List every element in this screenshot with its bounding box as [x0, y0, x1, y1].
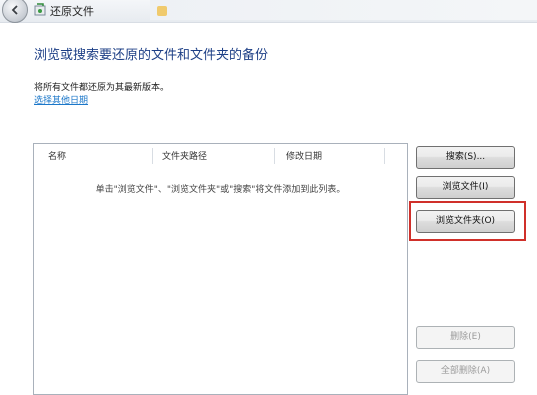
highlight-box [409, 201, 526, 241]
page-heading: 浏览或搜索要还原的文件和文件夹的备份 [34, 48, 269, 63]
column-header-modified-date[interactable]: 修改日期 [286, 149, 322, 163]
remove-button[interactable]: 删除(E) [416, 326, 515, 349]
title-bar: 还原文件 [0, 0, 537, 23]
column-divider[interactable] [384, 148, 385, 164]
file-list[interactable]: 名称 文件夹路径 修改日期 单击"浏览文件"、"浏览文件夹"或"搜索"将文件添加… [33, 143, 408, 395]
column-header-name[interactable]: 名称 [48, 149, 66, 163]
restore-files-icon [34, 3, 46, 16]
address-bar-area [150, 0, 537, 20]
remove-all-button[interactable]: 全部删除(A) [416, 360, 515, 383]
browse-files-button[interactable]: 浏览文件(I) [416, 176, 515, 199]
folder-chip-icon [157, 6, 167, 16]
search-button[interactable]: 搜索(S)... [416, 146, 515, 169]
column-header-folder-path[interactable]: 文件夹路径 [162, 149, 207, 163]
column-divider[interactable] [274, 148, 275, 164]
back-button[interactable] [2, 0, 28, 23]
info-text: 将所有文件都还原为其最新版本。 [34, 83, 170, 93]
back-arrow-icon [11, 5, 18, 15]
window-title: 还原文件 [50, 5, 94, 18]
empty-list-message: 单击"浏览文件"、"浏览文件夹"或"搜索"将文件添加到此列表。 [95, 185, 346, 195]
column-divider[interactable] [152, 148, 153, 164]
choose-other-date-link[interactable]: 选择其他日期 [34, 93, 88, 106]
